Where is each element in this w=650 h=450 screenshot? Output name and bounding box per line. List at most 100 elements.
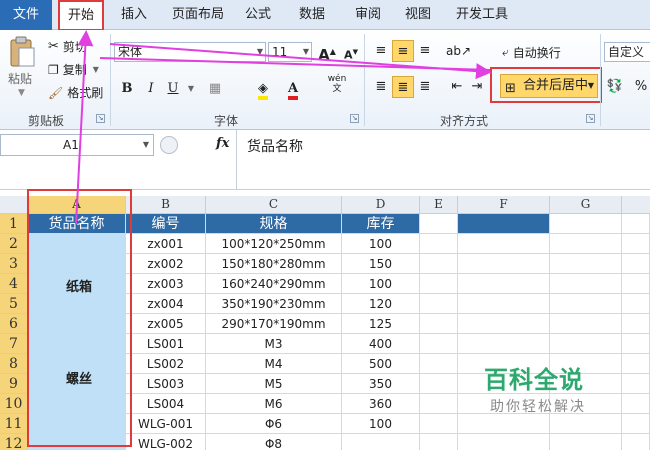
chevron-down-icon[interactable]: ▼ [180,78,202,100]
alignment-launcher-icon[interactable]: ↘ [586,114,595,123]
table-cell-c[interactable]: Φ6 [206,414,342,434]
align-bottom-icon[interactable]: ≡ [414,40,436,62]
empty-cell[interactable] [622,274,650,294]
phonetic-icon[interactable]: wén 文 [326,74,348,96]
empty-cell[interactable] [622,294,650,314]
clipboard-launcher-icon[interactable]: ↘ [96,114,105,123]
empty-cell[interactable] [420,414,458,434]
empty-cell[interactable] [622,434,650,450]
italic-button[interactable]: I [140,78,162,100]
empty-cell[interactable] [458,274,550,294]
empty-cell[interactable] [622,234,650,254]
table-cell-b[interactable]: WLG-002 [126,434,206,450]
chevron-down-icon[interactable]: ▼ [18,88,25,98]
empty-cell[interactable] [622,314,650,334]
chevron-down-icon[interactable]: ▼ [588,75,594,97]
shrink-font-icon[interactable]: A▼ [340,41,362,63]
paste-icon[interactable] [8,36,36,68]
column-header-f[interactable]: F [458,196,550,214]
cell-b1[interactable]: 编号 [126,214,206,234]
border-icon[interactable]: ▦ [204,78,226,100]
tab-insert[interactable]: 插入 [112,0,156,30]
empty-cell[interactable] [420,254,458,274]
empty-cell[interactable] [550,434,622,450]
chevron-down-icon[interactable]: ▼ [303,43,309,61]
empty-cell[interactable] [458,334,550,354]
row-header[interactable]: 2 [0,234,28,254]
increase-indent-icon[interactable]: ⇥ [466,76,488,98]
tab-formulas[interactable]: 公式 [238,0,278,30]
align-center-icon[interactable]: ≣ [392,76,414,98]
table-cell-b[interactable]: LS001 [126,334,206,354]
table-cell-c[interactable]: M5 [206,374,342,394]
copy-button[interactable]: ❐ 复制 ▼ [48,61,99,78]
table-cell-c[interactable]: 290*170*190mm [206,314,342,334]
chevron-down-icon[interactable]: ▼ [257,43,263,61]
empty-cell[interactable] [420,394,458,414]
cell-c1[interactable]: 规格 [206,214,342,234]
wrap-text-button[interactable]: ⤶ 自动换行 [502,44,561,61]
row-header[interactable]: 6 [0,314,28,334]
align-left-icon[interactable]: ≣ [370,76,392,98]
empty-cell[interactable] [458,234,550,254]
empty-cell[interactable] [622,334,650,354]
table-cell-d[interactable]: 100 [342,234,420,254]
table-cell-c[interactable]: 160*240*290mm [206,274,342,294]
table-cell-b[interactable]: zx004 [126,294,206,314]
table-cell-b[interactable]: zx001 [126,234,206,254]
currency-icon[interactable]: 💱 [604,76,626,98]
name-box[interactable]: A1 ▼ [0,134,154,156]
table-cell-d[interactable]: 400 [342,334,420,354]
empty-cell[interactable] [420,434,458,450]
empty-cell[interactable] [550,234,622,254]
empty-cell[interactable] [622,414,650,434]
row-header[interactable]: 7 [0,334,28,354]
empty-cell[interactable] [550,334,622,354]
empty-cell[interactable] [622,374,650,394]
empty-cell[interactable] [622,214,650,234]
table-cell-d[interactable]: 360 [342,394,420,414]
cut-button[interactable]: ✂ 剪切 [48,38,87,55]
table-cell-b[interactable]: LS004 [126,394,206,414]
row-header[interactable]: 10 [0,394,28,414]
table-cell-b[interactable]: zx002 [126,254,206,274]
format-painter-button[interactable]: 🖌 格式刷 [48,84,103,101]
empty-cell[interactable] [622,394,650,414]
table-cell-c[interactable]: M6 [206,394,342,414]
empty-cell[interactable] [622,354,650,374]
table-cell-c[interactable]: 350*190*230mm [206,294,342,314]
menu-file[interactable]: 文件 [0,0,52,30]
table-cell-b[interactable]: WLG-001 [126,414,206,434]
table-cell-d[interactable]: 100 [342,414,420,434]
empty-cell[interactable] [550,214,622,234]
cell-d1[interactable]: 库存 [342,214,420,234]
chevron-down-icon[interactable]: ▼ [143,135,149,155]
empty-cell[interactable] [420,294,458,314]
empty-cell[interactable] [458,314,550,334]
table-cell-b[interactable]: zx003 [126,274,206,294]
row-header[interactable]: 12 [0,434,28,450]
row-header[interactable]: 1 [0,214,28,234]
decrease-indent-icon[interactable]: ⇤ [446,76,468,98]
empty-cell[interactable] [458,434,550,450]
font-color-icon[interactable]: A [282,78,304,100]
tab-home[interactable]: 开始 [58,0,104,31]
row-header[interactable]: 8 [0,354,28,374]
empty-cell[interactable] [550,314,622,334]
empty-cell[interactable] [550,274,622,294]
table-cell-b[interactable]: LS003 [126,374,206,394]
empty-cell[interactable] [420,374,458,394]
empty-cell[interactable] [420,314,458,334]
paste-label[interactable]: 粘贴 [8,70,32,87]
empty-cell[interactable] [622,254,650,274]
align-middle-icon[interactable]: ≡ [392,40,414,62]
empty-cell[interactable] [420,334,458,354]
tab-data[interactable]: 数据 [290,0,334,30]
bold-button[interactable]: B [116,78,138,100]
tab-page-layout[interactable]: 页面布局 [166,0,230,30]
table-cell-d[interactable]: 150 [342,254,420,274]
table-cell-c[interactable]: 150*180*280mm [206,254,342,274]
empty-cell[interactable] [420,234,458,254]
column-header-c[interactable]: C [206,196,342,214]
column-header-blank[interactable] [622,196,650,214]
